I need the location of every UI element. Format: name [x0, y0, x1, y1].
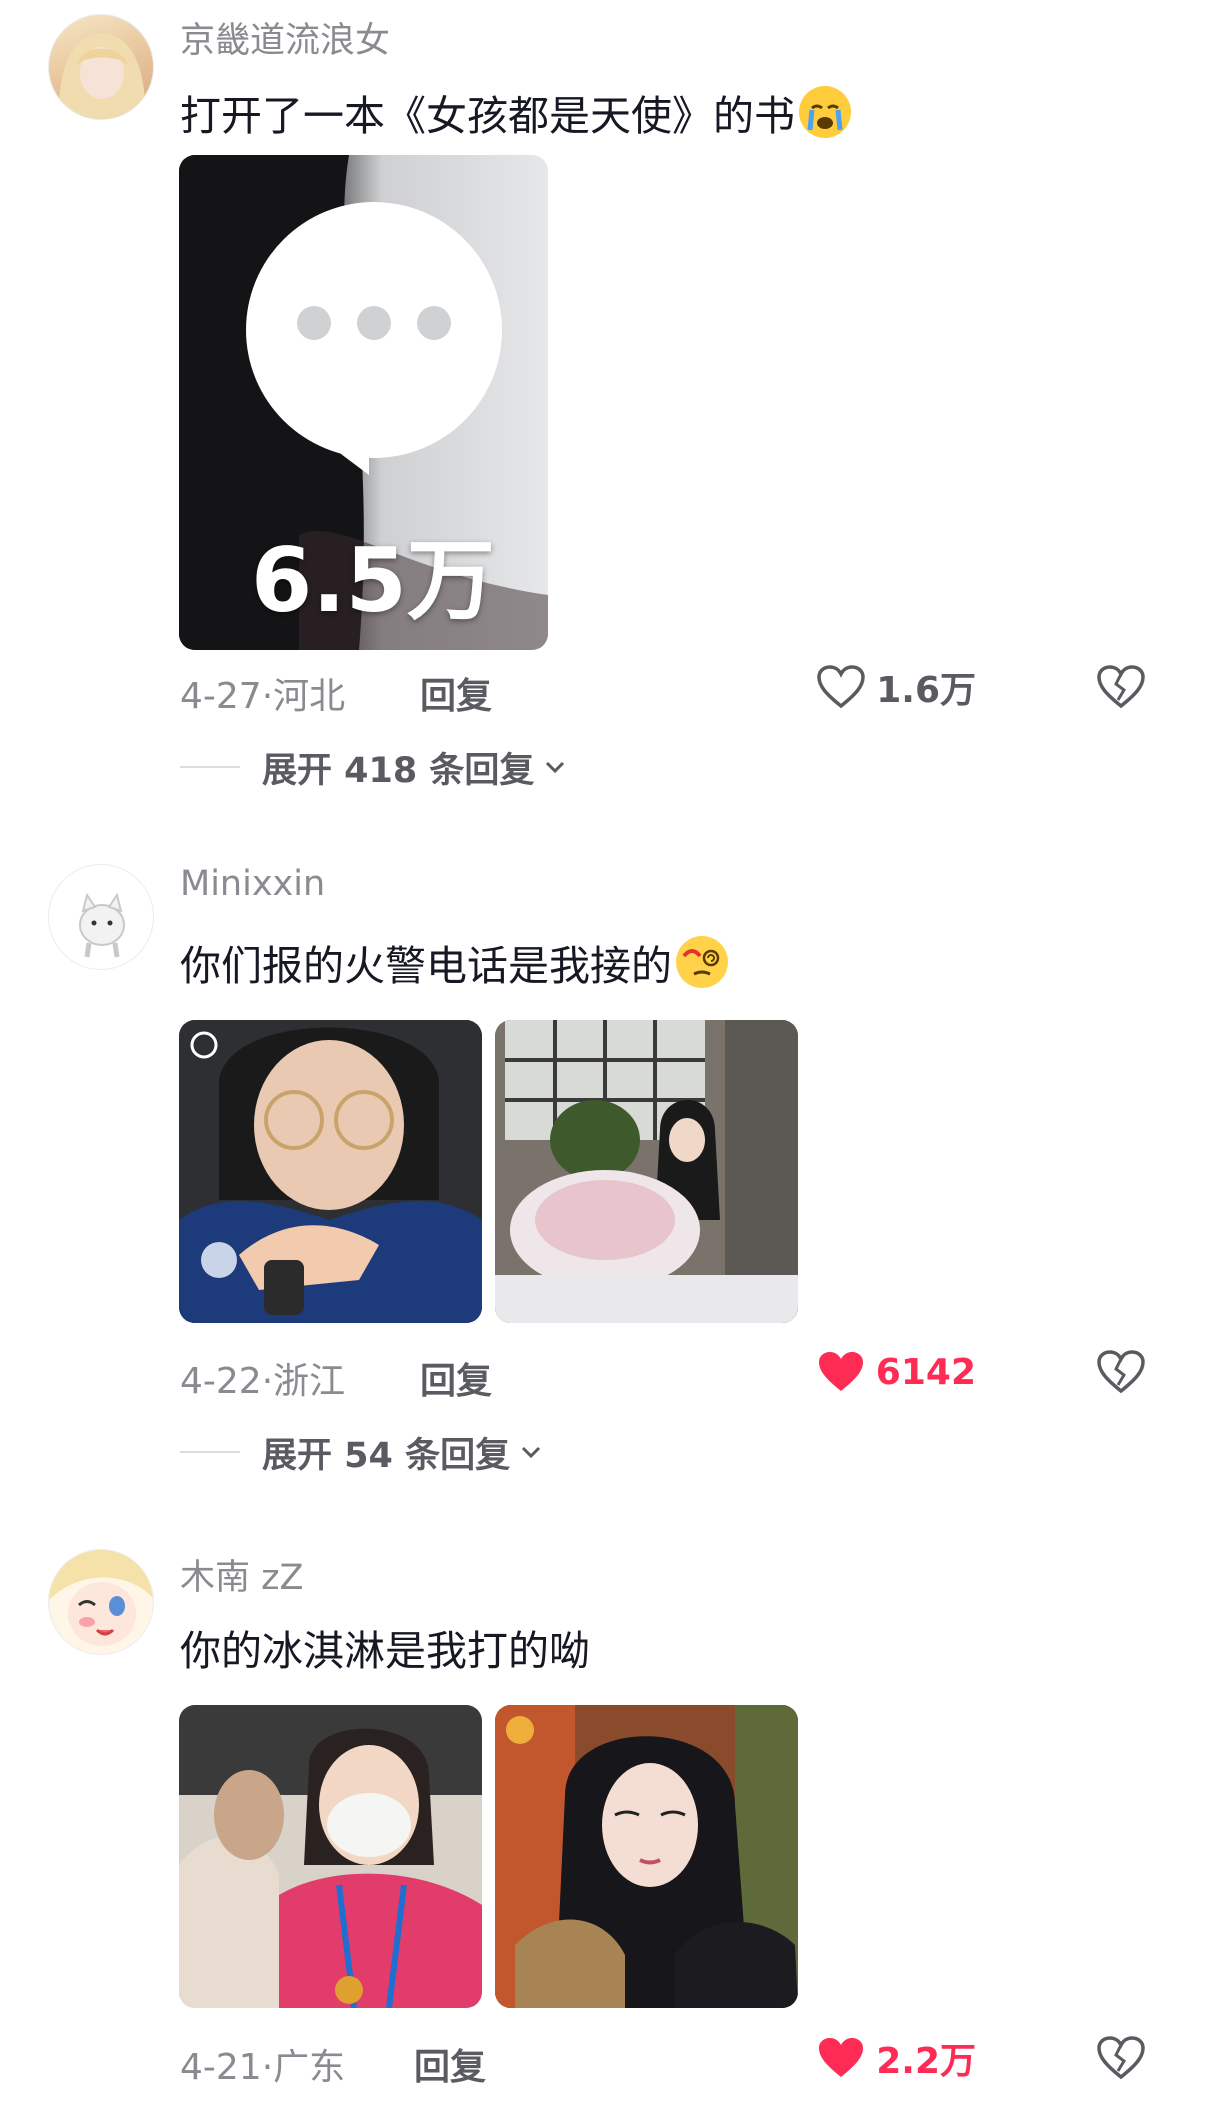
comment-image[interactable]	[495, 1705, 798, 2008]
comment-image[interactable]	[179, 1020, 482, 1323]
like-count: 2.2万	[876, 2041, 976, 2082]
like-count: 1.6万	[876, 670, 976, 711]
comment-text: 打开了一本《女孩都是天使》的书	[180, 82, 851, 142]
comment-text-content: 打开了一本《女孩都是天使》的书	[180, 92, 795, 140]
dizzy-face-icon	[676, 936, 728, 988]
chevron-down-icon	[522, 1446, 541, 1459]
expand-replies[interactable]: 展开 418 条回复	[180, 742, 568, 792]
photo-firefighter	[179, 1020, 482, 1323]
photo-portrait	[495, 1705, 798, 2008]
comment-text: 你们报的火警电话是我接的	[180, 932, 728, 992]
avatar-portrait	[58, 33, 146, 119]
photo-selfie-mask	[179, 1705, 482, 2008]
like-button[interactable]: 6142	[816, 1347, 976, 1397]
reply-button[interactable]: 回复	[420, 1352, 492, 1404]
heart-outline-icon	[817, 665, 865, 709]
broken-heart-icon[interactable]	[1096, 662, 1146, 712]
crying-face-icon	[799, 86, 851, 138]
expand-replies-label: 展开 54 条回复	[262, 1435, 511, 1476]
broken-heart-icon[interactable]	[1096, 2033, 1146, 2083]
comment-item: 京畿道流浪女 打开了一本《女孩都是天使》的书 6.5万 4-27·河北 回复 1…	[0, 0, 1206, 800]
reply-button[interactable]: 回复	[420, 667, 492, 719]
comment-username[interactable]: 京畿道流浪女	[180, 12, 390, 63]
comment-meta: 4-22·浙江	[180, 1361, 346, 1402]
comment-text: 你的冰淇淋是我打的呦	[180, 1627, 590, 1675]
comment-location: 广东	[273, 2047, 346, 2088]
expand-replies[interactable]: 展开 54 条回复	[180, 1427, 544, 1477]
comment-item: 木南 zZ 你的冰淇淋是我打的呦 4-21·广东 回复 2.2万	[0, 1515, 1206, 2105]
avatar-anime	[49, 1550, 153, 1646]
photo-flowers	[495, 1020, 798, 1323]
comment-meta: 4-27·河北	[180, 676, 346, 717]
comment-date: 4-22	[180, 1361, 262, 1402]
like-count: 6142	[875, 1351, 976, 1393]
image-overlay-count: 6.5万	[251, 529, 495, 632]
comment-username[interactable]: 木南 zZ	[180, 1549, 303, 1600]
comment-image[interactable]	[495, 1020, 798, 1323]
comment-meta: 4-21·广东	[180, 2047, 346, 2088]
comment-date: 4-27	[180, 676, 262, 717]
avatar[interactable]	[48, 864, 154, 970]
avatar-cat	[79, 892, 125, 958]
comment-item: Minixxin 你们报的火警电话是我接的 4-22·浙江 回复 6142 展开…	[0, 830, 1206, 1520]
divider	[180, 1451, 240, 1453]
comment-location: 河北	[273, 676, 346, 717]
expand-replies-label: 展开 418 条回复	[262, 750, 535, 791]
reply-button[interactable]: 回复	[414, 2038, 486, 2090]
avatar[interactable]	[48, 1549, 154, 1655]
broken-heart-icon[interactable]	[1096, 1347, 1146, 1397]
like-button[interactable]: 1.6万	[816, 662, 976, 712]
heart-filled-icon	[818, 1352, 863, 1391]
like-button[interactable]: 2.2万	[816, 2033, 976, 2083]
chevron-down-icon	[546, 761, 565, 774]
comment-username[interactable]: Minixxin	[180, 864, 325, 904]
comment-image[interactable]	[179, 1705, 482, 2008]
heart-filled-icon	[819, 2038, 864, 2077]
comment-text-content: 你们报的火警电话是我接的	[180, 942, 672, 990]
comment-location: 浙江	[273, 1361, 346, 1402]
divider	[180, 766, 240, 768]
avatar[interactable]	[48, 14, 154, 120]
comment-image[interactable]: 6.5万	[179, 155, 548, 650]
comment-date: 4-21	[180, 2047, 262, 2088]
